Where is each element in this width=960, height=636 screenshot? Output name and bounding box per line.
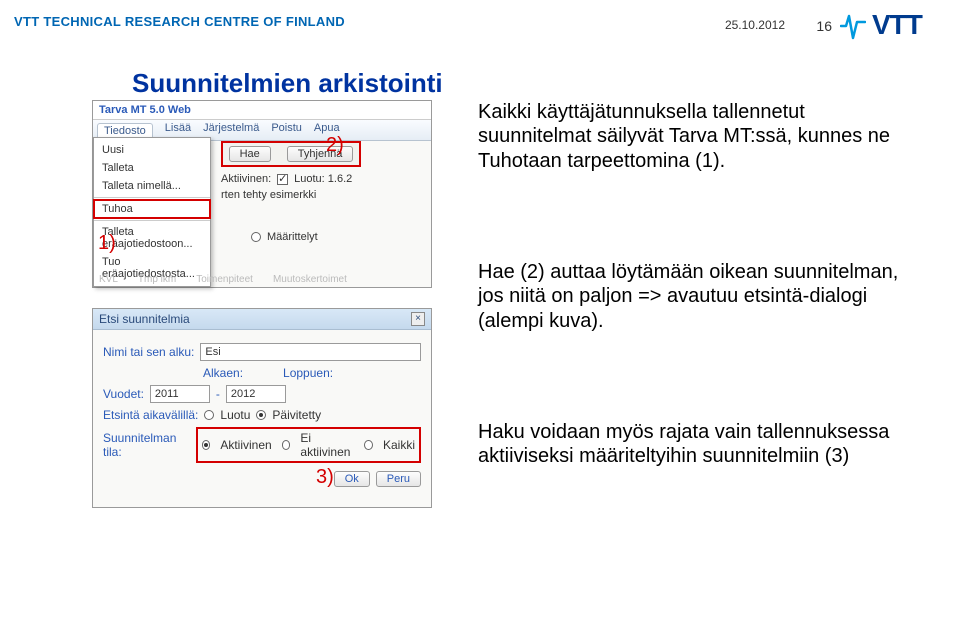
col-toimenpiteet: Toimenpiteet: [196, 274, 253, 285]
hae-button[interactable]: Hae: [229, 146, 271, 162]
heartbeat-icon: [840, 8, 866, 42]
paragraph-2: Hae (2) auttaa löytämään oikean suunnite…: [478, 260, 908, 333]
file-menu-uusi[interactable]: Uusi: [94, 141, 210, 159]
loppuen-label: Loppuen:: [283, 366, 333, 380]
radio-ei-aktiivinen-label: Ei aktiivinen: [300, 431, 354, 459]
vtt-wordmark: VTT: [872, 8, 944, 42]
maarittelyt-label: Määrittelyt: [267, 231, 318, 243]
slide-number: 16: [816, 18, 832, 34]
radio-luotu[interactable]: [204, 410, 214, 420]
dialog-title: Etsi suunnitelmia: [99, 312, 190, 326]
tila-label: Suunnitelman tila:: [103, 431, 190, 459]
aikavali-label: Etsintä aikavälillä:: [103, 408, 198, 422]
faint-column-headers: KVL Tmp lkm Toimenpiteet Muutoskertoimet: [99, 274, 347, 285]
screenshot-search-dialog: Etsi suunnitelmia × Nimi tai sen alku: E…: [92, 308, 432, 508]
org-name: VTT TECHNICAL RESEARCH CENTRE OF FINLAND: [14, 14, 345, 29]
screenshot-app: Tarva MT 5.0 Web Tiedosto Lisää Järjeste…: [92, 100, 432, 288]
year-dash: -: [216, 387, 220, 401]
menu-separator: [94, 197, 210, 198]
col-muutos: Muutoskertoimet: [273, 274, 347, 285]
file-menu-talleta-nimella[interactable]: Talleta nimellä...: [94, 177, 210, 195]
callout-1: 1): [98, 232, 116, 255]
year-to-input[interactable]: 2012: [226, 385, 286, 403]
app-right-panel: Hae Tyhjennä Aktiivinen: Luotu: 1.6.2 rt…: [211, 137, 427, 247]
slide-date: 25.10.2012: [725, 18, 785, 32]
radio-kaikki-label: Kaikki: [383, 438, 415, 452]
app-window-title: Tarva MT 5.0 Web: [93, 101, 431, 120]
alkaen-label: Alkaen:: [203, 366, 243, 380]
radio-ei-aktiivinen[interactable]: [282, 440, 291, 450]
menu-separator: [94, 220, 210, 221]
dialog-titlebar: Etsi suunnitelmia ×: [93, 309, 431, 330]
luotu-label: Luotu: 1.6.2: [294, 173, 352, 185]
svg-text:VTT: VTT: [872, 9, 923, 40]
peru-button[interactable]: Peru: [376, 471, 421, 487]
col-kvl: KVL: [99, 274, 118, 285]
radio-aktiivinen-label: Aktiivinen: [220, 438, 271, 452]
menu-poistu[interactable]: Poistu: [271, 122, 302, 138]
callout-2: 2): [326, 134, 344, 157]
col-tmp: Tmp lkm: [138, 274, 176, 285]
slide-title: Suunnitelmien arkistointi: [132, 68, 443, 99]
maarittelyt-radio[interactable]: [251, 232, 261, 242]
radio-aktiivinen[interactable]: [202, 440, 211, 450]
name-label: Nimi tai sen alku:: [103, 345, 194, 359]
aktiivinen-checkbox[interactable]: [277, 174, 288, 185]
slide-header: VTT TECHNICAL RESEARCH CENTRE OF FINLAND…: [0, 0, 960, 48]
radio-paivitetty-label: Päivitetty: [272, 408, 321, 422]
esimerkki-text: rten tehty esimerkki: [221, 189, 316, 201]
file-menu-talleta[interactable]: Talleta: [94, 159, 210, 177]
paragraph-3: Haku voidaan myös rajata vain tallennuks…: [478, 420, 908, 469]
radio-paivitetty[interactable]: [256, 410, 266, 420]
tila-highlight-box: Aktiivinen Ei aktiivinen Kaikki: [196, 427, 421, 463]
radio-luotu-label: Luotu: [220, 408, 250, 422]
radio-kaikki[interactable]: [364, 440, 373, 450]
menu-jarjestelma[interactable]: Järjestelmä: [203, 122, 259, 138]
aktiivinen-label: Aktiivinen:: [221, 173, 271, 185]
vtt-logo: VTT: [840, 6, 950, 44]
close-icon[interactable]: ×: [411, 312, 425, 326]
callout-3: 3): [316, 466, 334, 489]
name-input[interactable]: Esi: [200, 343, 421, 361]
year-from-input[interactable]: 2011: [150, 385, 210, 403]
file-menu-tuhoa[interactable]: Tuhoa: [94, 200, 210, 218]
vuodet-label: Vuodet:: [103, 387, 144, 401]
menu-lisaa[interactable]: Lisää: [165, 122, 191, 138]
dialog-body: Nimi tai sen alku: Esi Alkaen: Loppuen: …: [93, 330, 431, 495]
paragraph-1: Kaikki käyttäjätunnuksella tallennetut s…: [478, 100, 908, 173]
file-menu-dropdown: Uusi Talleta Talleta nimellä... Tuhoa Ta…: [93, 137, 211, 287]
ok-button[interactable]: Ok: [334, 471, 370, 487]
